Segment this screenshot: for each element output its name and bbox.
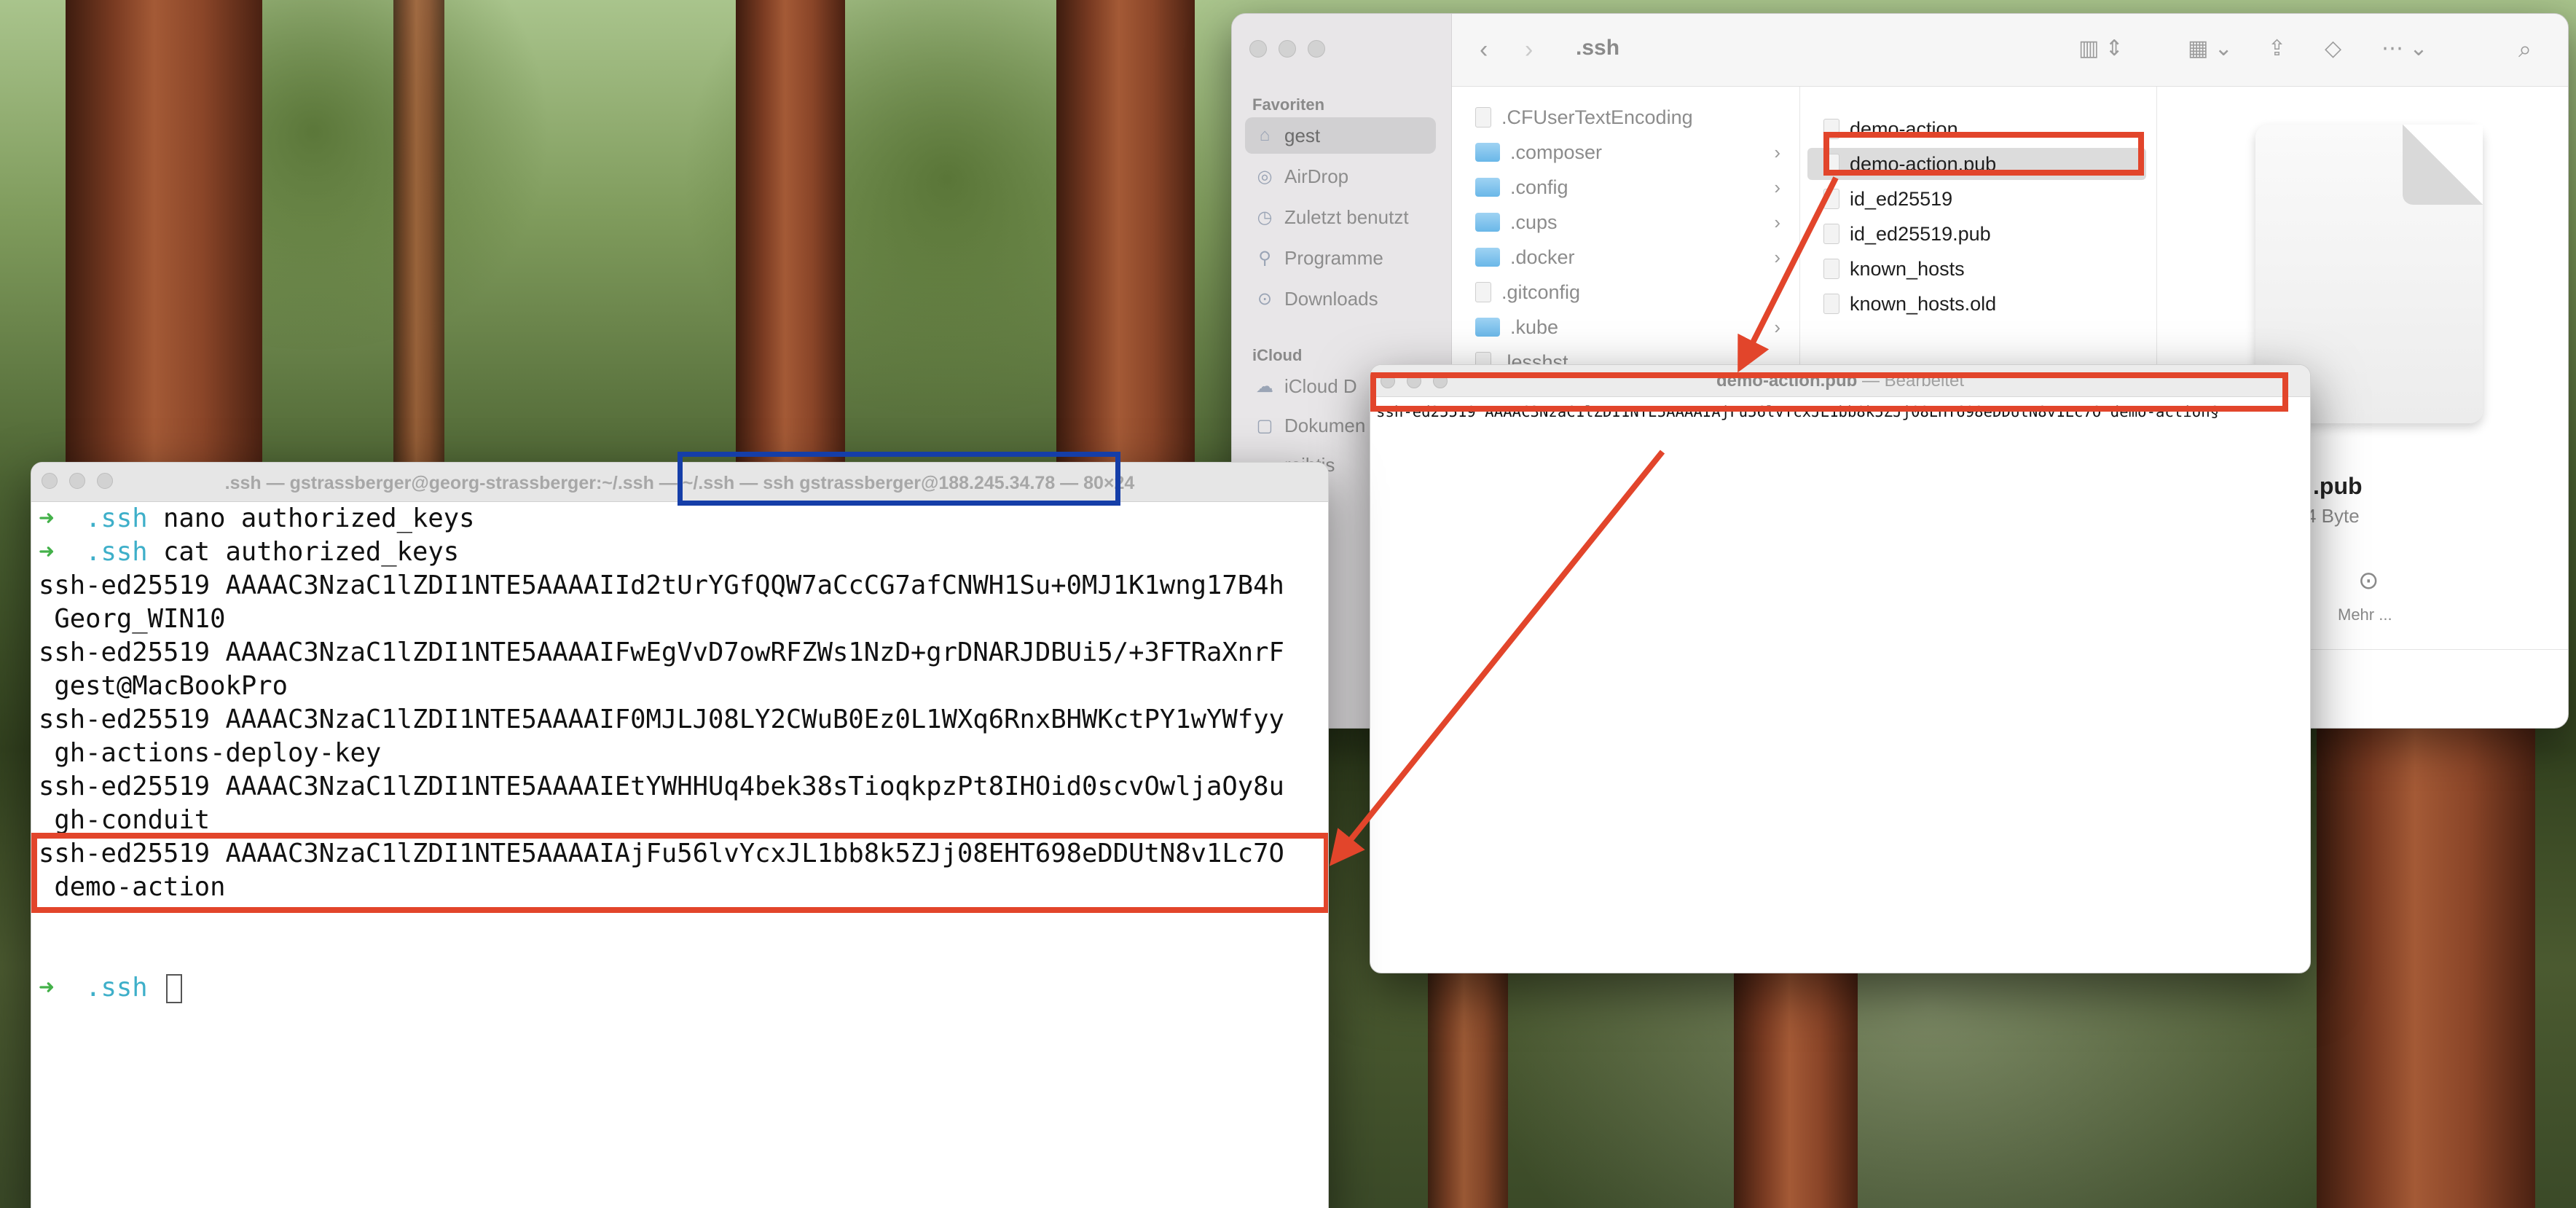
group-icon[interactable]: ▦ ⌄ <box>2188 36 2233 61</box>
chevron-right-icon: › <box>1774 211 1780 233</box>
terminal-window: .ssh — gstrassberger@georg-strassberger:… <box>31 462 1329 1208</box>
more-icon[interactable]: ⊙ <box>2358 566 2379 595</box>
file-icon <box>1823 259 1839 279</box>
file-icon <box>1475 282 1491 302</box>
sidebar-item-programme[interactable]: ⚲ Programme <box>1245 240 1436 276</box>
sidebar-item-downloads[interactable]: ⊙ Downloads <box>1245 281 1436 317</box>
file-icon <box>1823 294 1839 314</box>
terminal-line: Georg_WIN10 <box>39 604 226 634</box>
highlight-public-key <box>1370 372 2288 412</box>
chevron-right-icon: › <box>1774 246 1780 268</box>
file-known-hosts[interactable]: known_hosts <box>1807 253 2146 285</box>
home-icon: ⌂ <box>1259 125 1271 145</box>
file-known-hosts-old[interactable]: known_hosts.old <box>1807 288 2146 320</box>
highlight-remote-session <box>678 452 1120 506</box>
list-item[interactable]: .CFUserTextEncoding <box>1459 101 1789 133</box>
list-item[interactable]: .gitconfig <box>1459 276 1789 308</box>
preview-filename: .pub <box>2313 473 2363 499</box>
terminal-output[interactable]: ➜ .ssh nano authorized_keys ➜ .ssh cat a… <box>39 502 1328 1005</box>
folder-icon <box>1475 213 1500 232</box>
minimize-button[interactable] <box>1279 40 1296 58</box>
apps-icon: ⚲ <box>1258 248 1271 268</box>
terminal-line: ssh-ed25519 AAAAC3NzaC1lZDI1NTE5AAAAIId2… <box>39 570 1284 600</box>
highlight-selected-file <box>1823 132 2144 176</box>
prompt-arrow-icon: ➜ <box>39 503 55 533</box>
search-icon[interactable]: ⌕ <box>2518 36 2532 63</box>
terminal-cursor <box>166 974 182 1003</box>
tag-icon[interactable]: ◇ <box>2325 36 2341 61</box>
chevron-right-icon: › <box>1774 176 1780 198</box>
window-controls[interactable] <box>1249 40 1325 58</box>
folder-icon <box>1475 318 1500 337</box>
file-icon <box>1475 107 1491 128</box>
forward-button[interactable]: › <box>1525 36 1533 64</box>
share-icon[interactable]: ⇪ <box>2268 36 2286 61</box>
zoom-button[interactable] <box>1308 40 1325 58</box>
prompt-arrow-icon: ➜ <box>39 537 55 567</box>
sidebar-item-airdrop[interactable]: ◎ AirDrop <box>1245 158 1436 195</box>
prompt-arrow-icon: ➜ <box>39 973 55 1003</box>
list-item[interactable]: .composer › <box>1459 136 1789 168</box>
folder-icon <box>1475 143 1500 162</box>
file-id-ed25519[interactable]: id_ed25519 <box>1807 183 2146 215</box>
sidebar-section-favorites: Favoriten <box>1252 95 1325 114</box>
terminal-line: gh-conduit <box>39 805 211 835</box>
finder-toolbar: ‹ › .ssh ▥ ⇕ ▦ ⌄ ⇪ ◇ ⋯ ⌄ ⌕ <box>1452 14 2568 87</box>
file-id-ed25519-pub[interactable]: id_ed25519.pub <box>1807 218 2146 250</box>
terminal-line: gh-actions-deploy-key <box>39 738 382 768</box>
file-icon <box>1823 224 1839 244</box>
view-columns-icon[interactable]: ▥ ⇕ <box>2078 36 2124 61</box>
list-item[interactable]: .kube › <box>1459 311 1789 343</box>
list-item[interactable]: .docker › <box>1459 241 1789 273</box>
sidebar-item-gest[interactable]: ⌂ gest <box>1245 117 1436 154</box>
airdrop-icon: ◎ <box>1257 166 1273 187</box>
document-icon: ▢ <box>1256 415 1273 436</box>
clock-icon: ◷ <box>1257 207 1273 227</box>
chevron-right-icon: › <box>1774 141 1780 163</box>
terminal-line: ➜ .ssh nano authorized_keys <box>39 503 475 533</box>
close-button[interactable] <box>1249 40 1267 58</box>
terminal-tab-local[interactable]: .ssh — gstrassberger@georg-strassberger:… <box>225 473 683 493</box>
sidebar-item-recent[interactable]: ◷ Zuletzt benutzt <box>1245 199 1436 235</box>
folder-icon <box>1475 178 1500 197</box>
download-icon: ⊙ <box>1257 289 1273 309</box>
chevron-right-icon: › <box>1774 315 1780 338</box>
highlight-demo-action-key <box>31 833 1328 913</box>
sidebar-section-icloud: iCloud <box>1252 346 1303 364</box>
folder-icon <box>1475 248 1500 267</box>
terminal-line: ssh-ed25519 AAAAC3NzaC1lZDI1NTE5AAAAIF0M… <box>39 705 1284 734</box>
window-title: .ssh <box>1576 36 1620 60</box>
back-button[interactable]: ‹ <box>1480 36 1488 64</box>
terminal-line: ➜ .ssh cat authorized_keys <box>39 537 460 567</box>
list-item[interactable]: .cups › <box>1459 206 1789 238</box>
list-item[interactable]: .config › <box>1459 171 1789 203</box>
terminal-line: ssh-ed25519 AAAAC3NzaC1lZDI1NTE5AAAAIEtY… <box>39 772 1284 801</box>
more-actions-icon[interactable]: ⋯ ⌄ <box>2381 36 2427 61</box>
cloud-icon: ☁ <box>1256 376 1273 396</box>
more-button[interactable]: Mehr ... <box>2338 605 2392 624</box>
terminal-line: ssh-ed25519 AAAAC3NzaC1lZDI1NTE5AAAAIFwE… <box>39 638 1284 667</box>
textedit-window: demo-action.pub — Bearbeitet ssh-ed25519… <box>1370 364 2311 973</box>
terminal-line: gest@MacBookPro <box>39 671 288 701</box>
preview-size: 4 Byte <box>2306 505 2360 527</box>
file-icon <box>1823 189 1839 209</box>
terminal-line: ➜ .ssh <box>39 973 182 1003</box>
